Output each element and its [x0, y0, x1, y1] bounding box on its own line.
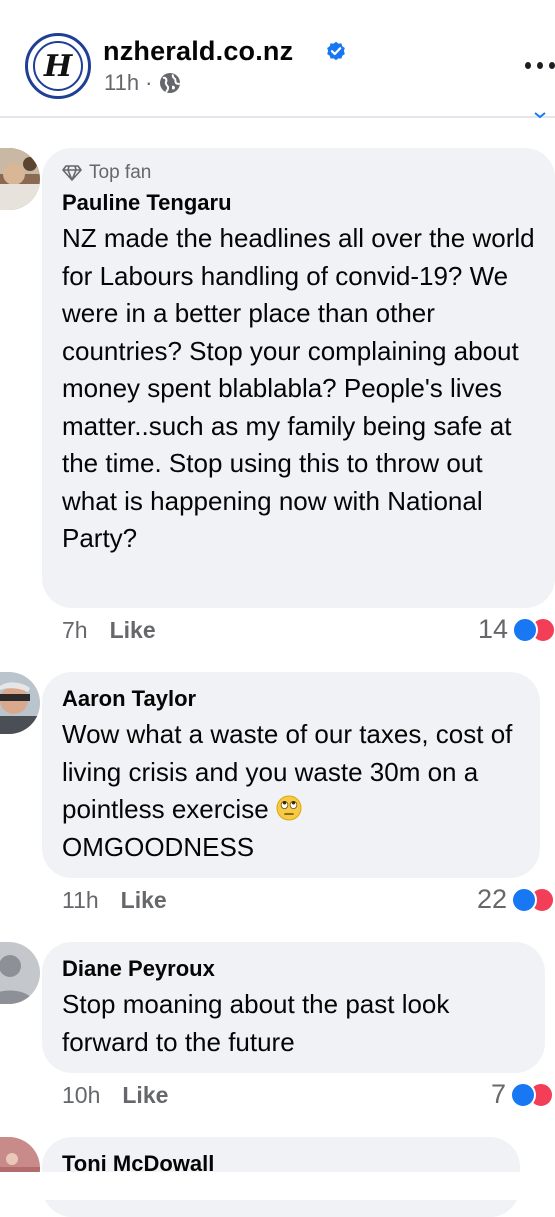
comment-actions: 7h Like: [62, 617, 156, 644]
dot-icon: [525, 61, 531, 69]
like-reaction-icon: [512, 616, 539, 643]
comment-text: Wow what a waste of our taxes, cost of l…: [62, 716, 520, 866]
comment-text: NZ made the headlines all over the world…: [62, 223, 535, 553]
globe-icon: [160, 73, 181, 93]
user-photo-icon: [0, 672, 40, 734]
reaction-count: 7: [491, 1079, 507, 1109]
meta-separator: ·: [145, 70, 153, 95]
avatar[interactable]: [0, 942, 40, 1004]
post-time[interactable]: 11h: [104, 70, 139, 96]
comment-author[interactable]: Pauline Tengaru: [62, 190, 535, 216]
more-options-button[interactable]: [525, 55, 555, 75]
comment-author[interactable]: Diane Peyroux: [62, 956, 525, 982]
default-profile-icon: [0, 942, 40, 1004]
like-reaction-icon: [510, 1081, 537, 1108]
reaction-icons: [511, 886, 555, 913]
header-divider: [0, 116, 555, 118]
comment-time[interactable]: 10h: [62, 1082, 100, 1109]
page-name[interactable]: nzherald.co.nz: [103, 36, 293, 67]
comment-text: Stop moaning about the past look forward…: [62, 989, 450, 1057]
reaction-icons: [510, 1081, 555, 1108]
dot-icon: [549, 61, 555, 69]
next-comment-area: [0, 1172, 555, 1200]
badge-label: Top fan: [89, 162, 152, 183]
like-reaction-icon: [511, 886, 538, 913]
user-photo-icon: [0, 148, 40, 210]
dot-icon: [537, 61, 543, 69]
comment-actions: 10h Like: [62, 1082, 168, 1109]
diamond-icon: [62, 165, 82, 181]
page-avatar[interactable]: H: [25, 33, 91, 99]
nz-herald-logo-icon: H: [33, 41, 83, 91]
comment-time[interactable]: 7h: [62, 617, 88, 644]
comment-bubble: Aaron Taylor Wow what a waste of our tax…: [42, 672, 540, 878]
comment-time[interactable]: 11h: [62, 887, 99, 914]
chevron-down-icon: [534, 112, 546, 119]
like-button[interactable]: Like: [122, 1082, 168, 1109]
top-fan-badge: Top fan: [62, 162, 535, 184]
reaction-count: 14: [478, 614, 509, 644]
comment-bubble: Diane Peyroux Stop moaning about the pas…: [42, 942, 545, 1073]
like-button[interactable]: Like: [110, 617, 156, 644]
eye-roll-emoji-icon: [276, 795, 302, 821]
reaction-summary[interactable]: 14: [478, 614, 555, 645]
verified-badge-icon: [327, 41, 345, 61]
comment-bubble: Top fan Pauline Tengaru NZ made the head…: [42, 148, 555, 608]
post-meta: 11h ·: [104, 70, 182, 96]
reaction-count: 22: [477, 884, 508, 914]
reaction-icons: [512, 616, 555, 643]
avatar[interactable]: [0, 148, 40, 210]
comment-author[interactable]: Aaron Taylor: [62, 686, 520, 712]
comment-text-tail: OMGOODNESS: [62, 831, 255, 862]
comment-actions: 11h Like: [62, 887, 167, 914]
avatar[interactable]: [0, 672, 40, 734]
like-button[interactable]: Like: [121, 887, 167, 914]
post-header: H nzherald.co.nz 11h ·: [0, 0, 555, 116]
reaction-summary[interactable]: 7: [491, 1079, 555, 1110]
reaction-summary[interactable]: 22: [477, 884, 555, 915]
